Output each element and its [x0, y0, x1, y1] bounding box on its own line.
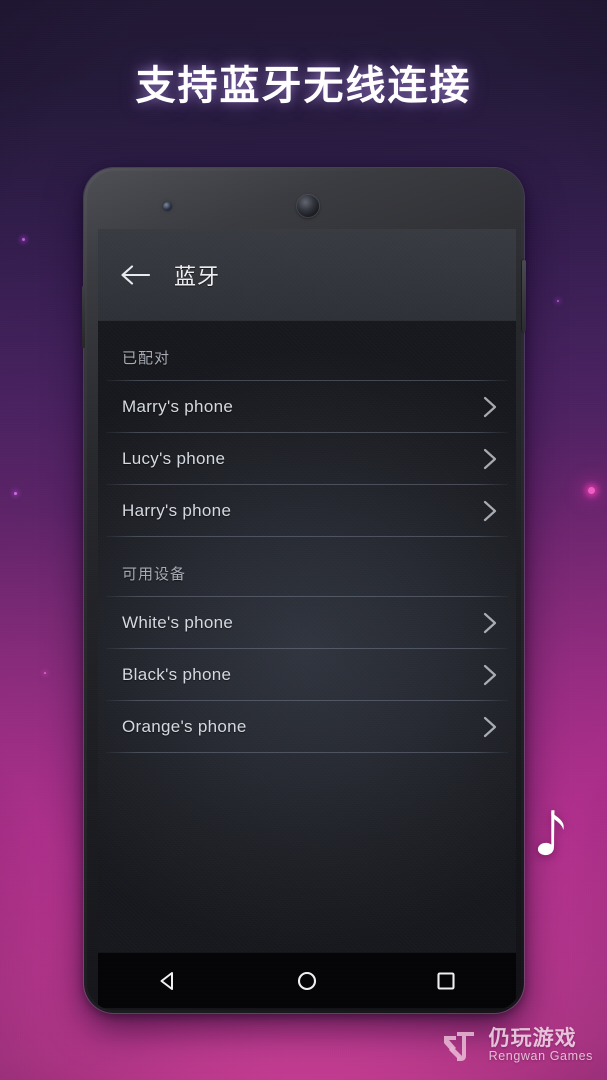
- watermark-text: 仍玩游戏 Rengwan Games: [489, 1028, 593, 1063]
- promo-screenshot: 支持蓝牙无线连接 蓝牙 已配对 Marry's phone Lucy's pho…: [0, 0, 607, 1080]
- app-bar-title: 蓝牙: [174, 263, 221, 289]
- device-name: Marry's phone: [122, 396, 234, 416]
- android-recents-square-icon[interactable]: [423, 958, 469, 1004]
- section-header-paired: 已配对: [122, 350, 171, 367]
- android-back-triangle-icon[interactable]: [145, 958, 191, 1004]
- back-arrow-icon[interactable]: [120, 262, 150, 288]
- chevron-right-icon: [480, 498, 500, 524]
- list-item[interactable]: White's phone: [98, 597, 516, 648]
- watermark-cn: 仍玩游戏: [488, 1027, 577, 1051]
- phone-screen: 蓝牙 已配对 Marry's phone Lucy's phone Harry'…: [98, 229, 516, 952]
- sparkle-particle: [44, 672, 46, 674]
- list-item[interactable]: Harry's phone: [98, 485, 516, 536]
- device-name: Harry's phone: [122, 500, 232, 520]
- list-item[interactable]: Lucy's phone: [98, 433, 516, 484]
- device-name: White's phone: [122, 612, 234, 632]
- phone-bezel: 蓝牙 已配对 Marry's phone Lucy's phone Harry'…: [87, 171, 521, 1010]
- list-item[interactable]: Black's phone: [98, 649, 516, 700]
- proximity-sensor-icon: [163, 202, 172, 211]
- chevron-right-icon: [480, 610, 500, 636]
- device-name: Orange's phone: [122, 716, 247, 736]
- app-bar: 蓝牙: [98, 229, 516, 321]
- list-item[interactable]: Orange's phone: [98, 701, 516, 752]
- sparkle-particle: [588, 487, 595, 494]
- power-button[interactable]: [522, 260, 526, 332]
- rengwan-logo-icon: [440, 1026, 480, 1066]
- front-camera-icon: [297, 195, 319, 217]
- android-navigation-bar: [98, 952, 516, 1008]
- divider: [106, 752, 508, 753]
- bluetooth-device-list: 已配对 Marry's phone Lucy's phone Harry's p…: [98, 321, 516, 753]
- sparkle-particle: [14, 492, 17, 495]
- device-name: Black's phone: [122, 664, 232, 684]
- list-item[interactable]: Marry's phone: [98, 381, 516, 432]
- phone-mockup: 蓝牙 已配对 Marry's phone Lucy's phone Harry'…: [82, 168, 526, 1013]
- watermark: 仍玩游戏 Rengwan Games: [440, 1026, 593, 1066]
- section-header-available: 可用设备: [122, 566, 187, 583]
- chevron-right-icon: [480, 714, 500, 740]
- volume-button[interactable]: [82, 286, 85, 348]
- android-home-circle-icon[interactable]: [284, 958, 330, 1004]
- watermark-en: Rengwan Games: [488, 1049, 593, 1064]
- sparkle-particle: [22, 238, 25, 241]
- chevron-right-icon: [480, 446, 500, 472]
- sparkle-particle: [557, 300, 559, 302]
- device-name: Lucy's phone: [122, 448, 226, 468]
- chevron-right-icon: [480, 662, 500, 688]
- page-title: 支持蓝牙无线连接: [135, 64, 472, 108]
- chevron-right-icon: [480, 394, 500, 420]
- music-note-icon: [523, 807, 565, 863]
